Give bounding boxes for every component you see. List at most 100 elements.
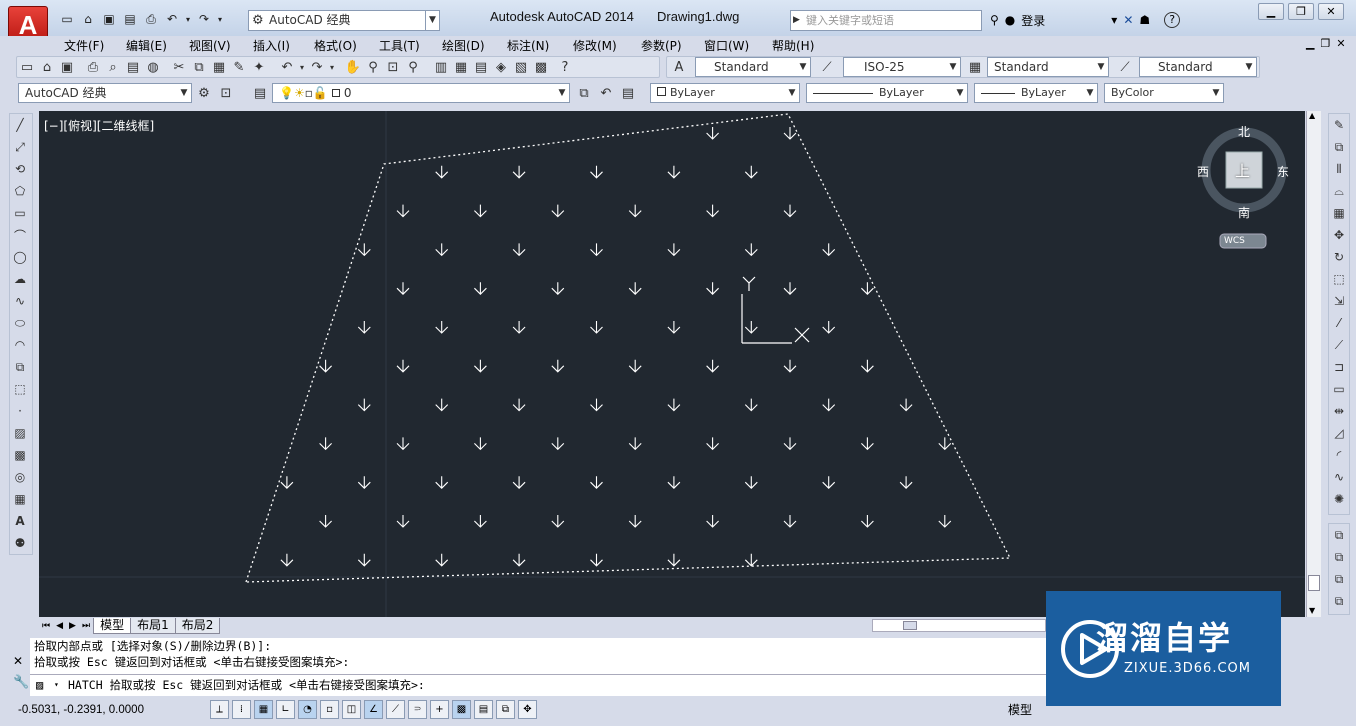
open-icon[interactable]: ⌂ xyxy=(37,57,57,77)
menu-help[interactable]: 帮助(H) xyxy=(772,37,814,54)
help-icon[interactable]: ? xyxy=(555,57,575,77)
array-icon[interactable]: ▦ xyxy=(1329,202,1349,224)
text-style-select[interactable]: Standard ▼ xyxy=(695,57,811,77)
drawing-canvas[interactable] xyxy=(39,111,1305,617)
zoom-previous-icon[interactable]: ⚲ xyxy=(403,57,423,77)
ortho-button[interactable]: ∟ xyxy=(276,700,295,719)
menu-dimension[interactable]: 标注(N) xyxy=(507,37,549,54)
copy-object-icon[interactable]: ⧉ xyxy=(1329,136,1349,158)
cut-icon[interactable]: ✂ xyxy=(169,57,189,77)
stretch-icon[interactable]: ⇲ xyxy=(1329,290,1349,312)
otrack-button[interactable]: ∠ xyxy=(364,700,383,719)
compass-east[interactable]: 东 xyxy=(1277,163,1289,180)
markup-icon[interactable]: ▧ xyxy=(511,57,531,77)
mleader-style-icon[interactable]: ⟋ xyxy=(1115,57,1135,77)
publish-icon[interactable]: ▤ xyxy=(123,57,143,77)
menu-tools[interactable]: 工具(T) xyxy=(379,37,420,54)
snap-mode-button[interactable]: ⁞ xyxy=(232,700,251,719)
menu-view[interactable]: 视图(V) xyxy=(189,37,231,54)
chevron-down-icon[interactable]: ▾ xyxy=(54,675,59,695)
coordinates-display[interactable]: -0.5031, -0.2391, 0.0000 xyxy=(18,704,144,716)
extend-icon[interactable]: ⟋ xyxy=(1329,334,1349,356)
minimize-button[interactable]: ▁ xyxy=(1258,3,1284,20)
scroll-down-icon[interactable]: ▼ xyxy=(1309,606,1315,615)
layer-select[interactable]: 💡☀▫🔓 0 ▼ xyxy=(272,83,570,103)
move-icon[interactable]: ✥ xyxy=(1329,224,1349,246)
new-icon[interactable]: ▭ xyxy=(17,57,37,77)
chamfer-icon[interactable]: ◿ xyxy=(1329,422,1349,444)
lineweight-select[interactable]: ByLayer ▼ xyxy=(974,83,1098,103)
layer-previous-icon[interactable]: ↶ xyxy=(596,83,616,103)
model-space-toggle[interactable]: 模型 xyxy=(1008,701,1032,718)
gradient-icon[interactable]: ▩ xyxy=(10,444,30,466)
bring-to-front-icon[interactable]: ⧉ xyxy=(1329,524,1349,546)
insert-block-icon[interactable]: ⧉ xyxy=(10,356,30,378)
sheet-set-icon[interactable]: ◈ xyxy=(491,57,511,77)
join-icon[interactable]: ⇹ xyxy=(1329,400,1349,422)
zoom-realtime-icon[interactable]: ⚲ xyxy=(363,57,383,77)
trim-icon[interactable]: ⁄ xyxy=(1329,312,1349,334)
table-icon[interactable]: ▦ xyxy=(10,488,30,510)
make-current-icon[interactable]: ⧉ xyxy=(574,83,594,103)
tab-prev-icon[interactable]: ◀ xyxy=(53,621,66,631)
construction-line-icon[interactable]: ⤢ xyxy=(10,136,30,158)
login-link[interactable]: 登录 xyxy=(1021,12,1045,29)
hatch-icon[interactable]: ▨ xyxy=(10,422,30,444)
viewport-controls-label[interactable]: [−][俯视][二维线框] xyxy=(44,117,154,134)
command-line-input[interactable]: ▨ ▾ HATCH 拾取或按 Esc 键返回到对话框或 <单击右键接受图案填充>… xyxy=(30,674,1050,696)
redo-dropdown-icon[interactable]: ▾ xyxy=(216,10,224,28)
point-icon[interactable]: · xyxy=(10,400,30,422)
compass-north[interactable]: 北 xyxy=(1238,123,1250,140)
scroll-thumb[interactable] xyxy=(1308,575,1320,591)
viewcube[interactable]: 北 南 东 西 上 WCS xyxy=(1196,120,1296,260)
bring-above-icon[interactable]: ⧉ xyxy=(1329,568,1349,590)
undo-icon[interactable]: ↶ xyxy=(277,57,297,77)
binoculars-icon[interactable]: ⚲ xyxy=(990,13,999,27)
block-editor-icon[interactable]: ✦ xyxy=(249,57,269,77)
scroll-up-icon[interactable]: ▲ xyxy=(1309,111,1315,120)
exchange-icon[interactable]: ✕ xyxy=(1123,13,1133,27)
plot-preview-icon[interactable]: ⌕ xyxy=(103,57,123,77)
menu-file[interactable]: 文件(F) xyxy=(64,37,104,54)
menu-draw[interactable]: 绘图(D) xyxy=(442,37,485,54)
paste-icon[interactable]: ▦ xyxy=(209,57,229,77)
menu-format[interactable]: 格式(O) xyxy=(314,37,357,54)
dyn-button[interactable]: ⸧ xyxy=(408,700,427,719)
make-block-icon[interactable]: ⬚ xyxy=(10,378,30,400)
break-at-point-icon[interactable]: ⊐ xyxy=(1329,356,1349,378)
doc-close-icon[interactable]: ✕ xyxy=(1336,37,1345,50)
doc-restore-icon[interactable]: ❐ xyxy=(1320,37,1330,50)
tab-layout1[interactable]: 布局1 xyxy=(130,617,176,634)
close-icon[interactable]: ✕ xyxy=(13,654,23,668)
tab-first-icon[interactable]: ⏮ xyxy=(39,621,53,631)
help-icon[interactable]: ? xyxy=(1164,12,1181,28)
infer-constraints-button[interactable]: ⟂ xyxy=(210,700,229,719)
scale-icon[interactable]: ⬚ xyxy=(1329,268,1349,290)
osnap-button[interactable]: ▫ xyxy=(320,700,339,719)
layer-state-icon[interactable]: ▤ xyxy=(618,83,638,103)
plot-icon[interactable]: ⎙ xyxy=(142,10,160,28)
design-center-icon[interactable]: ▦ xyxy=(451,57,471,77)
save-icon[interactable]: ▣ xyxy=(57,57,77,77)
workspace-select[interactable]: AutoCAD 经典 ▼ xyxy=(18,83,192,103)
erase-icon[interactable]: ✎ xyxy=(1329,114,1349,136)
search-input[interactable]: ▶ 键入关键字或短语 xyxy=(790,10,982,31)
transparency-button[interactable]: ▩ xyxy=(452,700,471,719)
send-to-back-icon[interactable]: ⧉ xyxy=(1329,546,1349,568)
ellipse-arc-icon[interactable]: ◠ xyxy=(10,334,30,356)
horizontal-scrollbar[interactable] xyxy=(872,619,1046,632)
tool-palettes-icon[interactable]: ▤ xyxy=(471,57,491,77)
tab-last-icon[interactable]: ⏭ xyxy=(79,621,93,631)
fillet-icon[interactable]: ◜ xyxy=(1329,444,1349,466)
rotate-icon[interactable]: ↻ xyxy=(1329,246,1349,268)
new-file-icon[interactable]: ▭ xyxy=(58,10,76,28)
menu-edit[interactable]: 编辑(E) xyxy=(126,37,167,54)
redo-icon[interactable]: ↷ xyxy=(195,10,213,28)
mirror-icon[interactable]: ⫴ xyxy=(1329,158,1349,180)
tab-layout2[interactable]: 布局2 xyxy=(174,617,221,634)
text-style-icon[interactable]: A xyxy=(669,57,689,77)
3d-print-icon[interactable]: ◍ xyxy=(143,57,163,77)
user-icon[interactable]: ● xyxy=(1005,13,1015,27)
h-scroll-thumb[interactable] xyxy=(903,621,917,630)
redo-dropdown-icon[interactable]: ▾ xyxy=(327,57,337,77)
